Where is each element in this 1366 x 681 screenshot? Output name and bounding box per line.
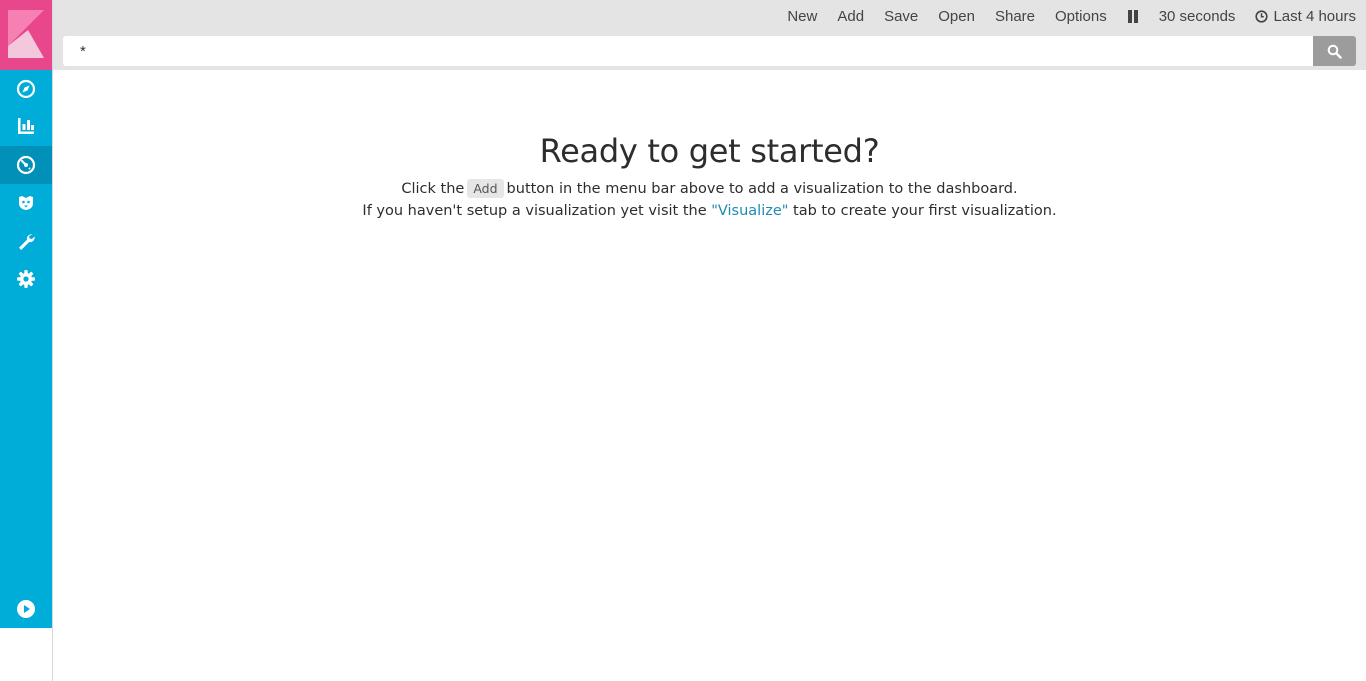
share-button[interactable]: Share (995, 8, 1035, 25)
top-nav: New Add Save Open Share Options 30 secon… (53, 0, 1366, 70)
compass-icon (16, 79, 36, 99)
wrench-icon (19, 234, 35, 250)
visualize-link[interactable]: "Visualize" (711, 203, 788, 219)
sidebar-item-devtools[interactable] (0, 222, 52, 260)
clock-icon (1255, 9, 1269, 23)
gear-icon (17, 270, 35, 288)
empty-state-line-2: If you haven't setup a visualization yet… (53, 203, 1366, 219)
kibana-logo[interactable] (0, 0, 52, 70)
time-range-label: Last 4 hours (1273, 7, 1356, 25)
sidebar-item-timelion[interactable] (0, 184, 52, 222)
open-button[interactable]: Open (938, 8, 975, 25)
sidebar-item-management[interactable] (0, 260, 52, 298)
dashboard-icon (16, 155, 36, 175)
sidebar-collapse-button[interactable] (0, 590, 52, 628)
pause-icon (1127, 9, 1139, 23)
line2-before-text: If you haven't setup a visualization yet… (362, 203, 707, 219)
sidebar-item-discover[interactable] (0, 70, 52, 108)
options-button[interactable]: Options (1055, 8, 1107, 25)
empty-state-title: Ready to get started? (539, 132, 880, 170)
add-button[interactable]: Add (837, 8, 864, 25)
sidebar-item-dashboard[interactable] (0, 146, 52, 184)
sidebar-item-visualize[interactable] (0, 107, 52, 145)
query-bar (63, 36, 1356, 66)
add-inline-button[interactable]: Add (467, 179, 504, 198)
search-button[interactable] (1313, 36, 1356, 66)
play-circle-icon (17, 600, 35, 618)
pause-button[interactable] (1127, 9, 1139, 23)
sidebar-footer-space (0, 628, 52, 681)
empty-state-line-1: Click the Add button in the menu bar above… (53, 179, 1366, 198)
search-icon (1327, 44, 1342, 59)
search-input[interactable] (63, 36, 1313, 66)
line1-before-text: Click the (401, 181, 465, 197)
sidebar (0, 0, 52, 628)
line1-after-text: button in the menu bar above to add a vi… (506, 181, 1018, 197)
save-button[interactable]: Save (884, 8, 918, 25)
bar-chart-icon (18, 118, 34, 134)
dashboard-main: Ready to get started? Click the Add button… (53, 70, 1366, 681)
new-button[interactable]: New (787, 8, 817, 25)
timelion-icon (19, 196, 33, 210)
refresh-interval-button[interactable]: 30 seconds (1159, 8, 1236, 25)
top-menu: New Add Save Open Share Options 30 secon… (767, 0, 1356, 32)
time-picker-button[interactable]: Last 4 hours (1255, 8, 1356, 25)
line2-after-text: tab to create your first visualization. (793, 203, 1057, 219)
